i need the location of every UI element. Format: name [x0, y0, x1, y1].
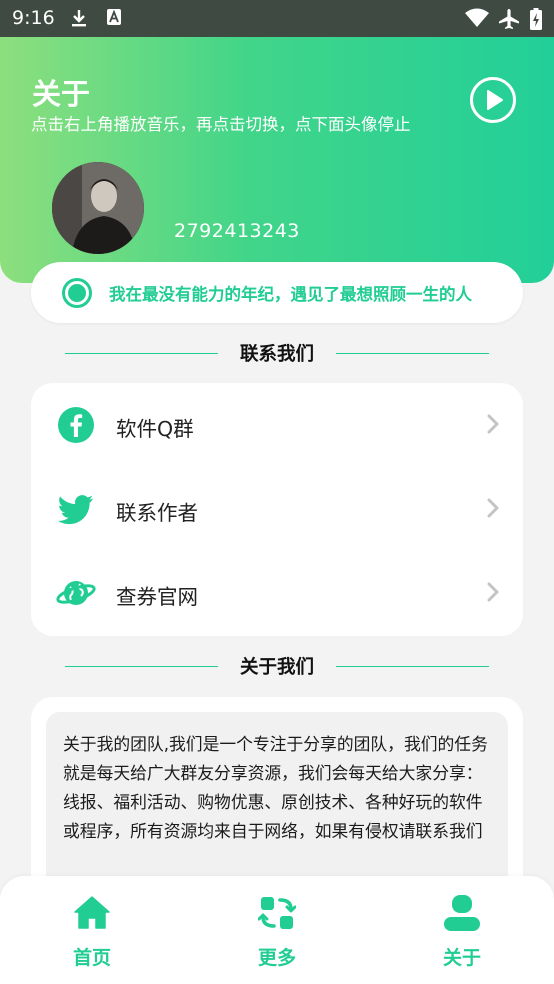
chevron-right-icon: [487, 498, 499, 518]
download-icon: [72, 10, 86, 27]
nav-label: 更多: [257, 947, 296, 969]
airplane-icon: [499, 9, 519, 29]
chevron-right-icon: [487, 582, 499, 602]
contact-item-author[interactable]: 联系作者: [31, 467, 523, 551]
home-icon: [74, 896, 110, 929]
wifi-icon: [465, 8, 489, 27]
status-time: 9:16: [12, 7, 55, 29]
avatar[interactable]: [52, 162, 144, 254]
marquee-text: 我在最没有能力的年纪，遇见了最想照顾一生的人: [109, 285, 472, 304]
about-section-heading: 关于我们: [0, 651, 554, 681]
play-music-button[interactable]: [470, 77, 516, 123]
contact-item-label: 查券官网: [116, 585, 198, 609]
twitter-icon: [58, 495, 93, 525]
nav-more[interactable]: 更多: [217, 876, 337, 984]
switch-icon: [258, 897, 296, 929]
battery-charging-icon: [530, 8, 542, 30]
divider: [336, 353, 489, 354]
nav-about[interactable]: 关于: [402, 876, 522, 984]
a-notification-icon: [107, 9, 121, 25]
nav-home[interactable]: 首页: [32, 876, 152, 984]
divider: [336, 666, 489, 667]
contact-item-label: 联系作者: [116, 501, 198, 525]
status-bar: 9:16: [0, 0, 554, 37]
nav-label: 首页: [72, 947, 111, 969]
profile-header: 关于 点击右上角播放音乐，再点击切换，点下面头像停止 2792413243: [0, 37, 554, 283]
radio-dot-icon: [62, 278, 92, 308]
contact-section-heading: 联系我们: [0, 338, 554, 368]
avatar-photo: [52, 162, 144, 254]
contact-card: 软件Q群 联系作者 查券官网: [31, 383, 523, 636]
play-icon: [487, 90, 503, 110]
contact-item-qq-group[interactable]: 软件Q群: [31, 383, 523, 467]
marquee-card: 我在最没有能力的年纪，遇见了最想照顾一生的人: [31, 262, 523, 323]
contact-item-label: 软件Q群: [116, 417, 194, 441]
contact-item-website[interactable]: 查券官网: [31, 551, 523, 635]
qq-number: 2792413243: [174, 220, 300, 242]
bottom-nav: 首页 更多 关于: [0, 876, 554, 984]
header-subtitle: 点击右上角播放音乐，再点击切换，点下面头像停止: [31, 115, 411, 134]
facebook-icon: [58, 407, 94, 443]
planet-icon: [56, 581, 96, 605]
chevron-right-icon: [487, 414, 499, 434]
about-text: 关于我的团队,我们是一个专注于分享的团队，我们的任务就是每天给广大群友分享资源，…: [63, 734, 488, 841]
nav-label: 关于: [442, 947, 481, 969]
user-icon: [444, 895, 480, 931]
page-title: 关于: [32, 77, 91, 111]
